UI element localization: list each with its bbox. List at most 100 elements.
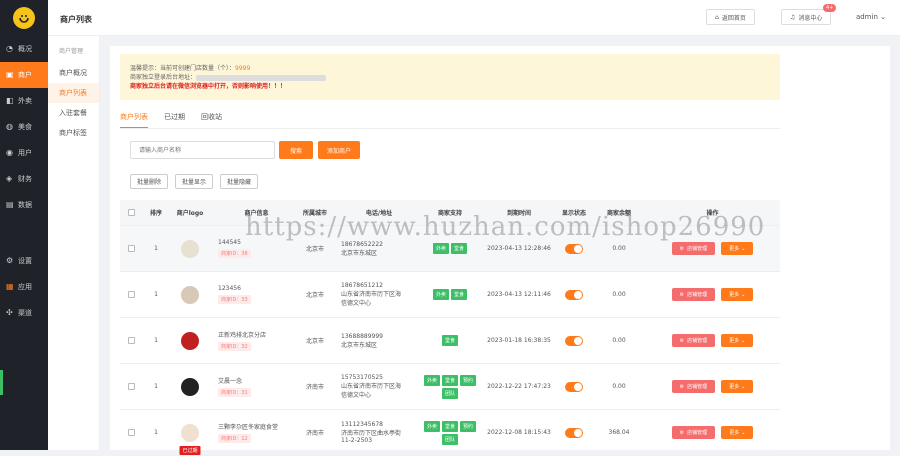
submenu-heading: 商户管理 — [59, 48, 84, 55]
bulk-delete-button[interactable]: 批量删除 — [130, 174, 168, 189]
table-row[interactable]: 1 正新鸡排北京分店 商家ID：32 北京市 13688889999 北京市东城… — [120, 318, 780, 364]
nav-label: 商户 — [18, 71, 32, 79]
takeout-icon: ◧ — [6, 96, 14, 105]
status-toggle[interactable] — [565, 289, 583, 300]
row-sort: 1 — [154, 429, 158, 436]
nav-overview[interactable]: ◔ 概况 — [0, 36, 48, 62]
add-merchant-button[interactable]: 添加商户 — [318, 141, 360, 159]
nav-takeout[interactable]: ◧ 外卖 — [0, 88, 48, 114]
merchant-id: 商家ID：32 — [218, 342, 251, 351]
status-toggle[interactable] — [565, 427, 583, 438]
row-status — [555, 272, 593, 317]
nav-channel[interactable]: ✣ 渠道 — [0, 300, 48, 326]
table-row[interactable]: 1 艾晨一念 商家ID：31 济南市 15753170525 山东省济南市历下区… — [120, 364, 780, 410]
chart-icon: ▤ — [6, 200, 14, 209]
gear-icon: ⚙ — [679, 383, 685, 390]
manage-store-button[interactable]: ⚙ 店铺管理 — [671, 242, 716, 255]
merchant-logo — [181, 423, 199, 442]
row-logo-cell — [170, 318, 210, 363]
app-logo[interactable] — [0, 0, 48, 36]
page-title: 商户列表 — [60, 15, 92, 24]
tab-expired[interactable]: 已过期 — [164, 112, 185, 129]
sidebar: ◔ 概况 ▣ 商户 ◧ 外卖 ◍ 美食 ◉ 用户 ◈ 财务 ▤ 数据 ⚙ 设置 ▦ 应用 ✣ 渠道 — [0, 0, 48, 450]
bulk-hide-button[interactable]: 批量隐藏 — [220, 174, 258, 189]
merchant-logo — [181, 331, 199, 350]
merchant-name: 艾晨一念 — [218, 378, 243, 385]
main-content: 温馨提示：当前可创建门店数量（个）：9999 商家独立登录后台地址： 商家独立后… — [110, 46, 890, 456]
notice-line-2: 商家独立登录后台地址： — [130, 73, 770, 82]
more-button[interactable]: 更多 ⌄ — [721, 426, 754, 439]
message-center-button[interactable]: ♫ 消息中心 4+ — [781, 4, 837, 25]
manage-store-button[interactable]: ⚙ 店铺管理 — [671, 334, 716, 347]
status-toggle[interactable] — [565, 243, 583, 254]
row-checkbox[interactable] — [127, 337, 135, 344]
support-tag: 团队 — [441, 387, 458, 399]
row-checkbox[interactable] — [127, 245, 135, 252]
select-all-checkbox[interactable] — [127, 209, 135, 216]
row-status — [555, 410, 593, 455]
table-row[interactable]: 1 123456 商家ID：33 北京市 18678651212 山东省济南市历… — [120, 272, 780, 318]
status-toggle[interactable] — [565, 335, 583, 346]
tab-merchant-list[interactable]: 商户列表 — [120, 112, 148, 129]
merchant-name: 123456 — [218, 285, 241, 292]
table-row[interactable]: 1 已过期 三颗李尕匠冬家庭食堂 商家ID：12 济南市 13112345678… — [120, 410, 780, 456]
submenu-item-tags[interactable]: 商户标签 — [48, 123, 99, 143]
nav-user[interactable]: ◉ 用户 — [0, 140, 48, 166]
row-actions: ⚙ 店铺管理 更多 ⌄ — [645, 364, 780, 409]
row-sort: 1 — [154, 245, 158, 252]
more-button[interactable]: 更多 ⌄ — [721, 242, 754, 255]
row-status — [555, 318, 593, 363]
tab-recycle[interactable]: 回收站 — [201, 112, 222, 129]
nav-merchant[interactable]: ▣ 商户 — [0, 62, 48, 88]
row-support-tags: 外卖 堂食 预约 团队 — [417, 364, 483, 409]
row-info: 三颗李尕匠冬家庭食堂 商家ID：12 — [210, 410, 295, 455]
submenu-item-package[interactable]: 入驻套餐 — [48, 103, 99, 123]
row-select-cell — [120, 318, 142, 363]
nav-food[interactable]: ◍ 美食 — [0, 114, 48, 140]
submenu-item-list[interactable]: 商户列表 — [48, 83, 99, 103]
gear-icon: ⚙ — [679, 429, 685, 436]
manage-label: 店铺管理 — [687, 430, 708, 436]
manage-store-button[interactable]: ⚙ 店铺管理 — [671, 288, 716, 301]
chevron-down-icon: ⌄ — [741, 429, 746, 436]
row-info: 123456 商家ID：33 — [210, 272, 295, 317]
manage-label: 店铺管理 — [687, 338, 708, 344]
merchant-id: 商家ID：33 — [218, 295, 251, 304]
table-body: 1 144545 商家ID：36 北京市 18678652222 北京市东城区 … — [120, 226, 780, 456]
watermark: https://www.huzhan.com/ishop26990 — [245, 212, 766, 242]
manage-store-button[interactable]: ⚙ 店铺管理 — [671, 380, 716, 393]
manage-store-button[interactable]: ⚙ 店铺管理 — [671, 426, 716, 439]
row-balance: 0.00 — [612, 291, 626, 298]
row-city: 北京市 — [305, 338, 324, 345]
gear-icon: ⚙ — [6, 256, 14, 265]
submenu-item-overview[interactable]: 商户概况 — [48, 63, 99, 83]
nav-data[interactable]: ▤ 数据 — [0, 192, 48, 218]
more-button[interactable]: 更多 ⌄ — [721, 380, 754, 393]
back-home-button[interactable]: ⌂ 返回首页 — [706, 9, 755, 25]
row-checkbox[interactable] — [127, 429, 135, 436]
merchant-id: 商家ID：12 — [218, 434, 251, 443]
row-checkbox[interactable] — [127, 383, 135, 390]
merchant-address: 山东省济南市历下区海 — [341, 383, 402, 390]
search-button[interactable]: 搜索 — [279, 141, 313, 159]
row-checkbox[interactable] — [127, 291, 135, 298]
status-toggle[interactable] — [565, 381, 583, 392]
nav-finance[interactable]: ◈ 财务 — [0, 166, 48, 192]
search-input[interactable] — [130, 141, 275, 159]
more-label: 更多 — [729, 430, 740, 436]
row-balance: 0.00 — [612, 383, 626, 390]
more-label: 更多 — [729, 246, 740, 252]
bulk-show-button[interactable]: 批量显示 — [175, 174, 213, 189]
more-button[interactable]: 更多 ⌄ — [721, 288, 754, 301]
more-button[interactable]: 更多 ⌄ — [721, 334, 754, 347]
merchant-name: 144545 — [218, 239, 241, 246]
row-logo-cell: 已过期 — [170, 410, 210, 455]
user-menu[interactable]: admin ⌄ — [856, 13, 886, 21]
nav-settings[interactable]: ⚙ 设置 — [0, 248, 48, 274]
row-info: 正新鸡排北京分店 商家ID：32 — [210, 318, 295, 363]
row-contact: 13112345678 济南市历下区曲水亭街 11-2-2503 — [335, 410, 417, 455]
support-tag: 预约 — [460, 374, 477, 386]
nav-apps[interactable]: ▦ 应用 — [0, 274, 48, 300]
row-support-tags: 外卖 堂食 预约 团队 — [417, 410, 483, 455]
scroll-indicator — [0, 370, 3, 395]
